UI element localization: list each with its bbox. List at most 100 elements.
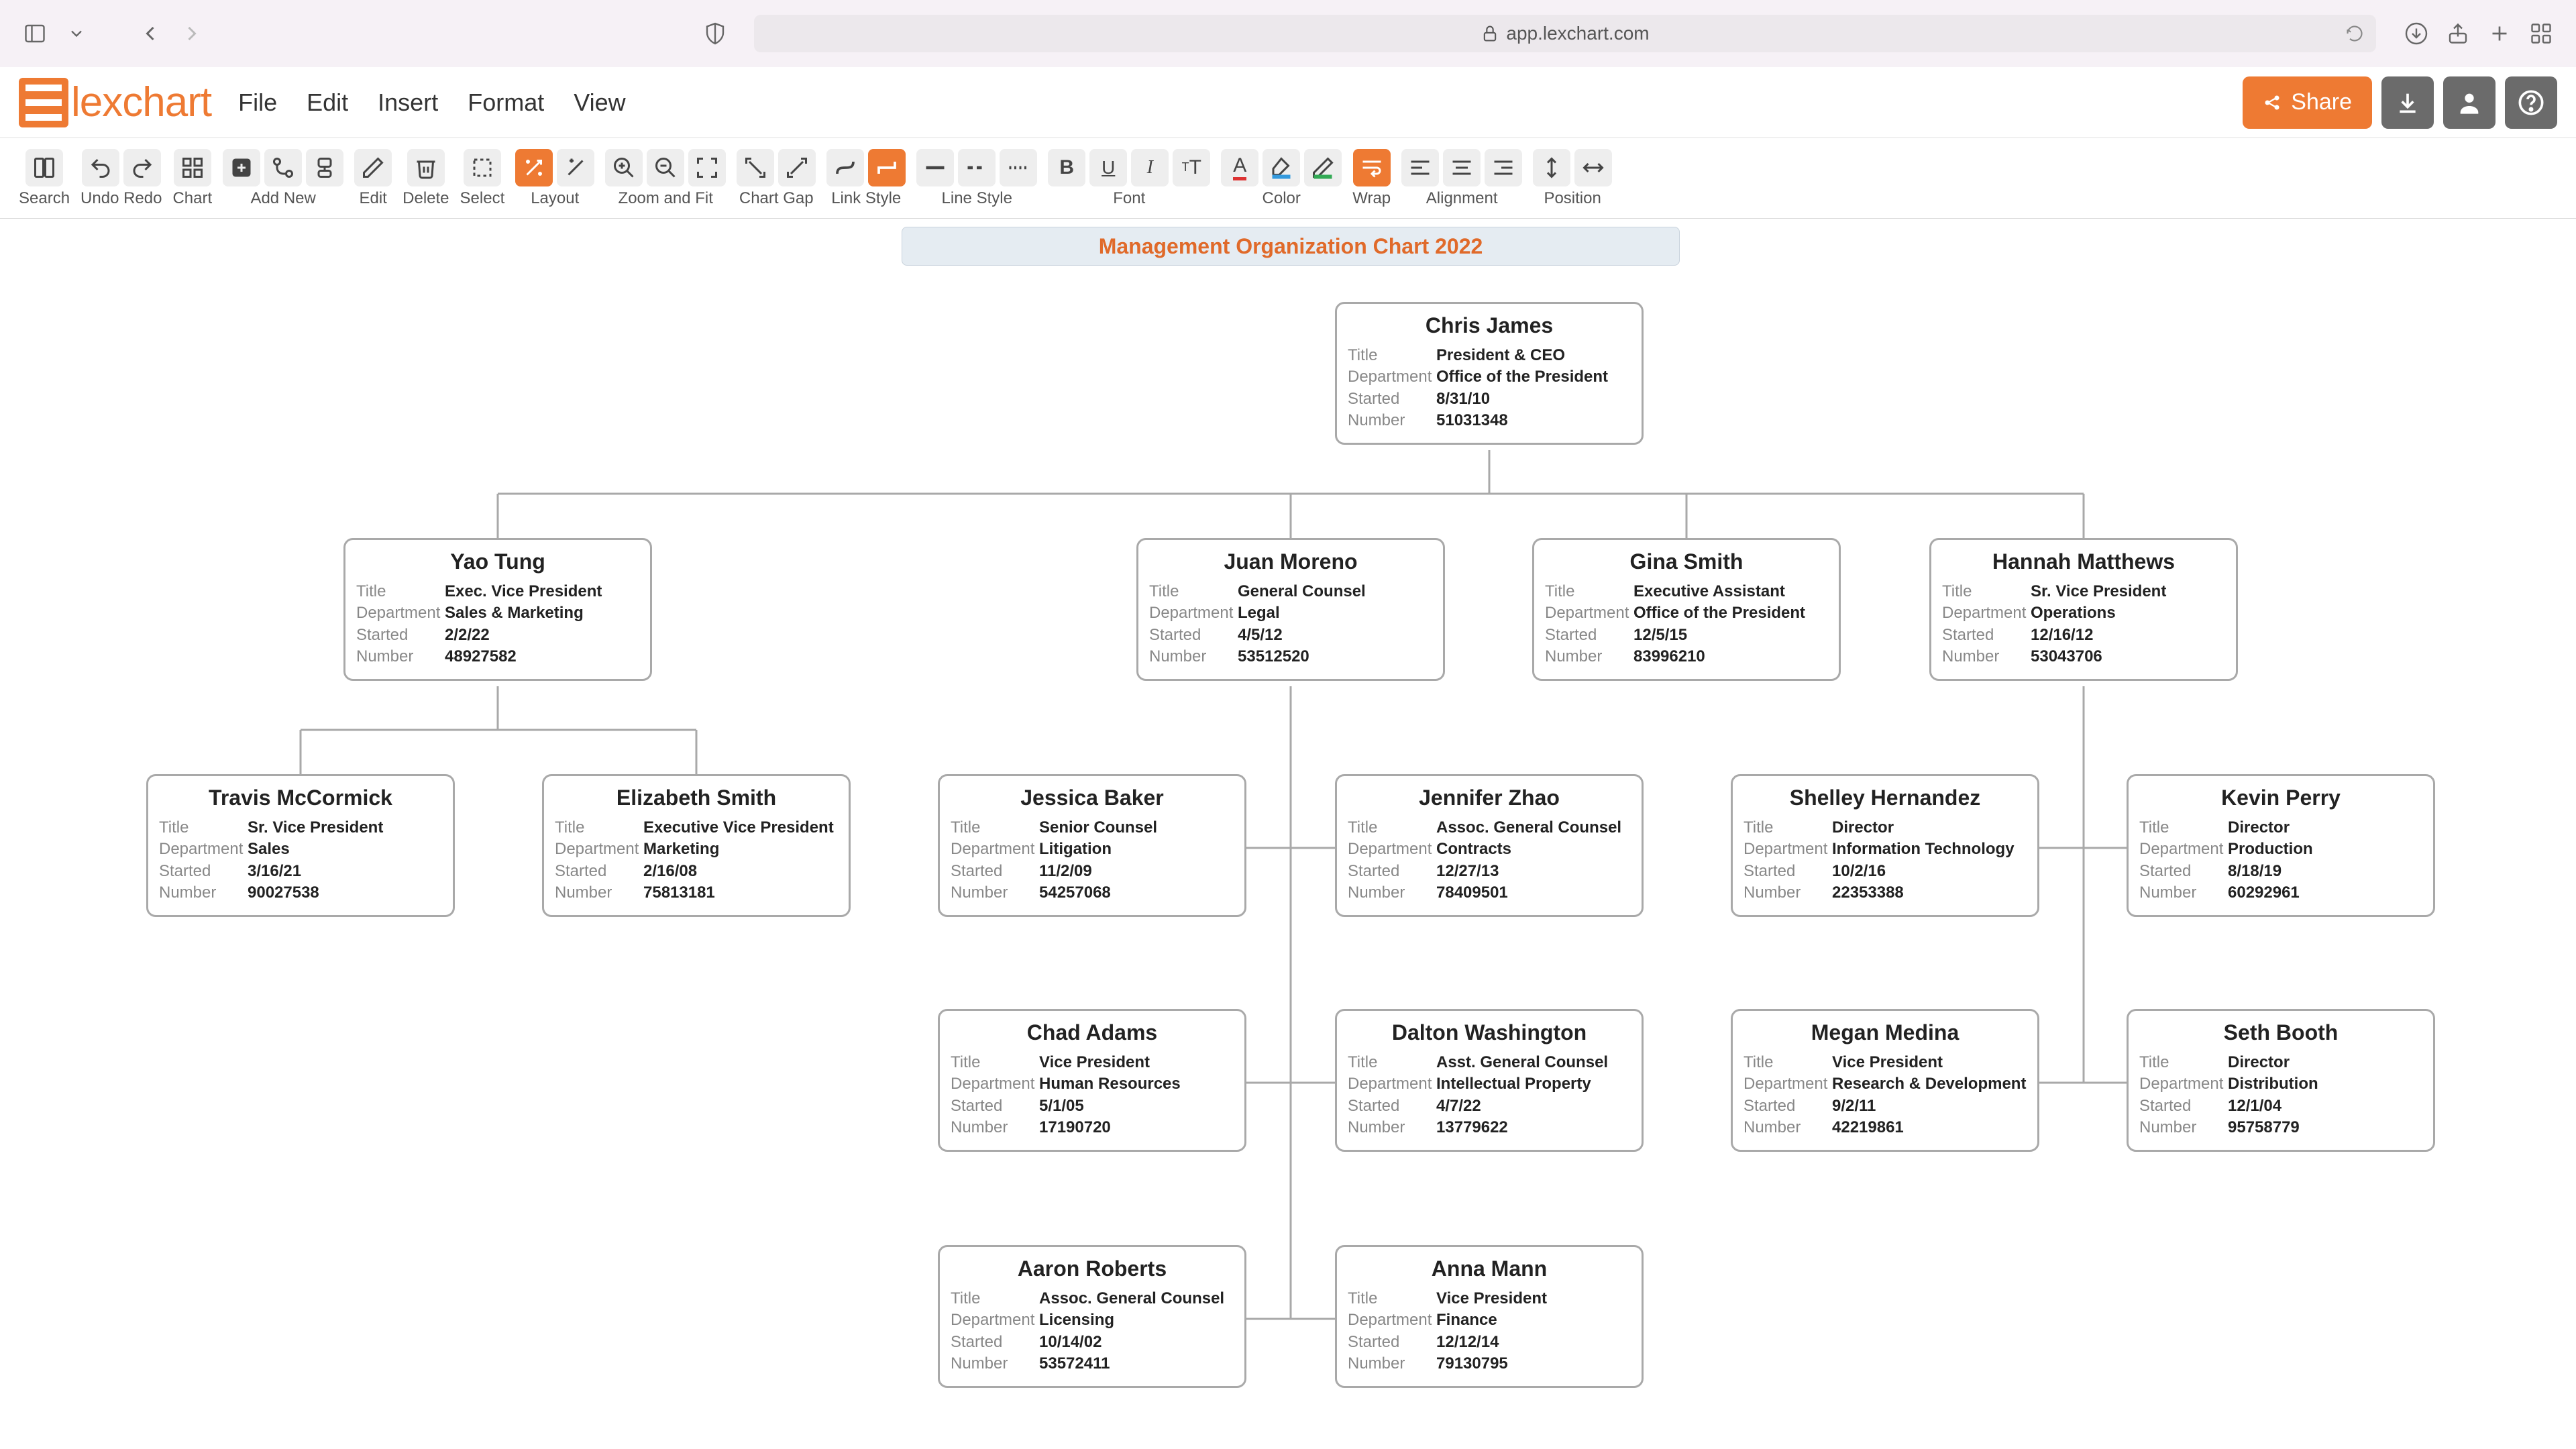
back-icon[interactable]: [136, 19, 165, 48]
help-button[interactable]: [2505, 76, 2557, 129]
org-node[interactable]: Gina SmithTitleExecutive AssistantDepart…: [1532, 538, 1841, 681]
field-label: Department: [1743, 839, 1832, 860]
new-tab-icon[interactable]: [2485, 19, 2514, 48]
undo-button[interactable]: [82, 149, 119, 186]
pencil-button[interactable]: [354, 149, 392, 186]
node-name: Gina Smith: [1545, 549, 1828, 574]
dot-button[interactable]: [1000, 149, 1037, 186]
toolbar-group-label: Link Style: [831, 189, 901, 208]
link2-button[interactable]: [868, 149, 906, 186]
url-bar[interactable]: app.lexchart.com: [754, 15, 2376, 52]
fit-button[interactable]: [688, 149, 726, 186]
field-label: Number: [1942, 646, 2031, 667]
zoomin-button[interactable]: [605, 149, 643, 186]
share-icon[interactable]: [2443, 19, 2473, 48]
posh-button[interactable]: [1574, 149, 1612, 186]
download-button[interactable]: [2381, 76, 2434, 129]
field-label: Department: [951, 839, 1039, 860]
org-node[interactable]: Shelley HernandezTitleDirectorDepartment…: [1731, 774, 2039, 917]
node-button[interactable]: [306, 149, 343, 186]
grid-button[interactable]: [174, 149, 211, 186]
fillcolor-button[interactable]: [1263, 149, 1300, 186]
wand-button[interactable]: [515, 149, 553, 186]
field-value: 12/1/04: [2228, 1095, 2282, 1117]
italic-button[interactable]: I: [1131, 149, 1169, 186]
org-node[interactable]: Chad AdamsTitleVice PresidentDepartmentH…: [938, 1009, 1246, 1152]
field-value: Director: [2228, 817, 2290, 839]
account-button[interactable]: [2443, 76, 2496, 129]
linecolor-button[interactable]: [1304, 149, 1342, 186]
menu-edit[interactable]: Edit: [307, 89, 348, 117]
center-button[interactable]: [1443, 149, 1481, 186]
menu-format[interactable]: Format: [468, 89, 544, 117]
size-button[interactable]: TT: [1173, 149, 1210, 186]
field-value: 90027538: [248, 882, 319, 904]
field-label: Started: [1743, 1095, 1832, 1117]
download-icon[interactable]: [2402, 19, 2431, 48]
org-node[interactable]: Juan MorenoTitleGeneral CounselDepartmen…: [1136, 538, 1445, 681]
logo[interactable]: lexchart: [19, 78, 211, 127]
search-button[interactable]: [25, 149, 63, 186]
org-node[interactable]: Megan MedinaTitleVice PresidentDepartmen…: [1731, 1009, 2039, 1152]
wand2-button[interactable]: [557, 149, 594, 186]
org-node[interactable]: Elizabeth SmithTitleExecutive Vice Presi…: [542, 774, 851, 917]
chevron-down-icon[interactable]: [62, 19, 91, 48]
org-node[interactable]: Yao TungTitleExec. Vice PresidentDepartm…: [343, 538, 652, 681]
plus-button[interactable]: [223, 149, 260, 186]
logo-text: lexchart: [71, 78, 211, 126]
textcolor-button[interactable]: A: [1221, 149, 1258, 186]
field-label: Number: [951, 882, 1039, 904]
org-node[interactable]: Chris JamesTitlePresident & CEODepartmen…: [1335, 302, 1644, 445]
toolbar-group: Line Style: [916, 149, 1037, 208]
org-node[interactable]: Travis McCormickTitleSr. Vice PresidentD…: [146, 774, 455, 917]
toolbar-group-label: Add New: [250, 189, 315, 208]
canvas[interactable]: Management Organization Chart 2022 Chris…: [0, 219, 2576, 1449]
field-label: Started: [555, 861, 643, 882]
link1-button[interactable]: [826, 149, 864, 186]
toolbar-group-label: Undo Redo: [80, 189, 162, 208]
menu-view[interactable]: View: [574, 89, 625, 117]
gapv-button[interactable]: [778, 149, 816, 186]
field-value: Sr. Vice President: [2031, 581, 2166, 602]
field-value: Exec. Vice President: [445, 581, 602, 602]
posv-button[interactable]: [1533, 149, 1570, 186]
field-label: Department: [555, 839, 643, 860]
field-label: Number: [356, 646, 445, 667]
wrap-button[interactable]: [1353, 149, 1391, 186]
right-button[interactable]: [1485, 149, 1522, 186]
zoomout-button[interactable]: [647, 149, 684, 186]
org-node[interactable]: Jessica BakerTitleSenior CounselDepartme…: [938, 774, 1246, 917]
org-node[interactable]: Seth BoothTitleDirectorDepartmentDistrib…: [2127, 1009, 2435, 1152]
left-button[interactable]: [1401, 149, 1439, 186]
solid-button[interactable]: [916, 149, 954, 186]
chart-title[interactable]: Management Organization Chart 2022: [902, 227, 1680, 266]
tab-overview-icon[interactable]: [2526, 19, 2556, 48]
dash-button[interactable]: [958, 149, 996, 186]
select-button[interactable]: [464, 149, 501, 186]
field-label: Title: [159, 817, 248, 839]
field-label: Department: [1348, 366, 1436, 388]
org-node[interactable]: Anna MannTitleVice PresidentDepartmentFi…: [1335, 1245, 1644, 1388]
branch-button[interactable]: [264, 149, 302, 186]
menu-file[interactable]: File: [238, 89, 277, 117]
org-node[interactable]: Hannah MatthewsTitleSr. Vice PresidentDe…: [1929, 538, 2238, 681]
field-value: Intellectual Property: [1436, 1073, 1591, 1095]
org-node[interactable]: Dalton WashingtonTitleAsst. General Coun…: [1335, 1009, 1644, 1152]
refresh-icon[interactable]: [2345, 24, 2364, 43]
shield-icon[interactable]: [700, 19, 730, 48]
org-node[interactable]: Aaron RobertsTitleAssoc. General Counsel…: [938, 1245, 1246, 1388]
menu-insert[interactable]: Insert: [378, 89, 438, 117]
sidebar-toggle-icon[interactable]: [20, 19, 50, 48]
trash-button[interactable]: [407, 149, 445, 186]
field-value: General Counsel: [1238, 581, 1366, 602]
field-label: Started: [1348, 1095, 1436, 1117]
org-node[interactable]: Jennifer ZhaoTitleAssoc. General Counsel…: [1335, 774, 1644, 917]
org-node[interactable]: Kevin PerryTitleDirectorDepartmentProduc…: [2127, 774, 2435, 917]
field-value: 54257068: [1039, 882, 1111, 904]
redo-button[interactable]: [123, 149, 161, 186]
bold-button[interactable]: B: [1048, 149, 1085, 186]
node-name: Seth Booth: [2139, 1020, 2422, 1045]
underline-button[interactable]: U: [1089, 149, 1127, 186]
share-button[interactable]: Share: [2243, 76, 2372, 129]
gaph-button[interactable]: [737, 149, 774, 186]
